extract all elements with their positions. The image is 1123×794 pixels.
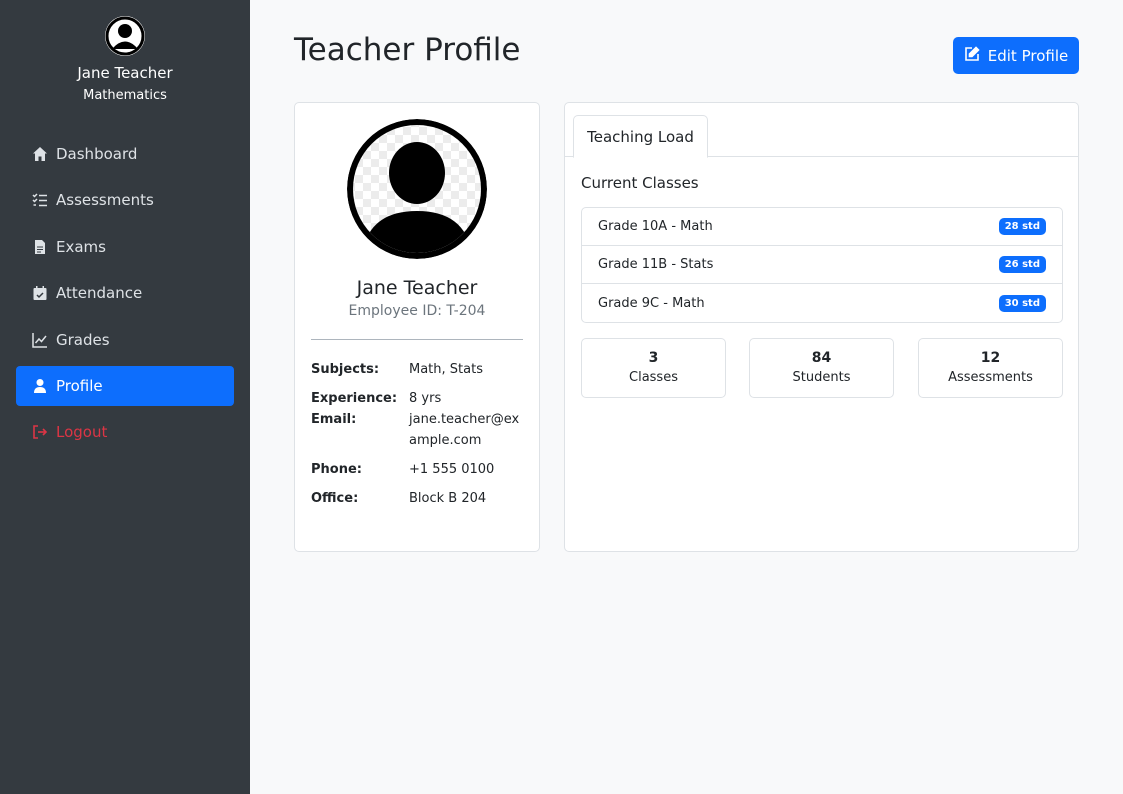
profile-card: Jane Teacher Employee ID: T-204 Subjects… (294, 102, 540, 552)
user-icon (32, 378, 48, 394)
sidebar-nav: Dashboard Assessments Exams Attendance G… (16, 134, 234, 459)
sidebar-item-assessments[interactable]: Assessments (16, 180, 234, 220)
sidebar-item-exams[interactable]: Exams (16, 227, 234, 267)
employee-id: Employee ID: T-204 (348, 303, 486, 319)
stat-label: Classes (629, 370, 678, 385)
user-avatar-icon (347, 119, 487, 259)
edit-profile-button[interactable]: Edit Profile (953, 37, 1079, 74)
sidebar-item-label: Attendance (56, 284, 143, 303)
sidebar-item-label: Profile (56, 376, 103, 395)
list-item[interactable]: Grade 9C - Math 30 std (582, 284, 1062, 322)
stat-label: Assessments (948, 370, 1033, 385)
info-value: Block B 204 (409, 491, 487, 506)
divider (311, 339, 523, 340)
teaching-load-card: Teaching Load Current Classes Grade 10A … (564, 102, 1079, 552)
sidebar-item-label: Grades (56, 330, 110, 349)
home-icon (32, 146, 48, 162)
profile-avatar (347, 119, 487, 259)
chart-line-icon (32, 332, 48, 348)
logout-icon (32, 424, 48, 440)
edit-profile-label: Edit Profile (987, 46, 1069, 65)
info-label: Email: (311, 412, 357, 427)
student-count-badge: 30 std (998, 294, 1046, 312)
sidebar-item-grades[interactable]: Grades (16, 320, 234, 360)
info-label: Experience: (311, 391, 398, 406)
stat-value: 12 (980, 350, 1001, 366)
info-label: Phone: (311, 462, 362, 477)
stat-label: Students (792, 370, 851, 385)
info-row-office: Office: Block B 204 (311, 488, 523, 509)
edit-icon (964, 45, 980, 66)
sidebar-user-name: Jane Teacher (77, 64, 173, 82)
section-title: Current Classes (581, 174, 699, 192)
student-count-badge: 28 std (998, 218, 1046, 235)
sidebar-item-profile[interactable]: Profile (16, 365, 234, 406)
sidebar-item-label: Exams (56, 237, 106, 256)
sidebar: Jane Teacher Mathematics Dashboard Asses… (0, 0, 250, 794)
class-name: Grade 9C - Math (598, 295, 705, 311)
sidebar-user-department: Mathematics (83, 88, 167, 103)
class-list: Grade 10A - Math 28 std Grade 11B - Stat… (581, 207, 1063, 323)
profile-info-list: Subjects: Math, Stats Experience: 8 yrs … (311, 359, 523, 517)
calendar-check-icon (32, 285, 48, 301)
checklist-icon (32, 192, 48, 208)
info-value: jane.teacher@example.com (409, 412, 520, 448)
info-row-experience: Experience: 8 yrs (311, 388, 523, 409)
info-label: Office: (311, 491, 359, 506)
stat-students: 84 Students (749, 338, 894, 398)
info-value: +1 555 0100 (409, 462, 495, 477)
info-label: Subjects: (311, 362, 380, 377)
sidebar-item-label: Dashboard (56, 145, 138, 163)
page-title: Teacher Profile (294, 32, 521, 68)
info-value: Math, Stats (409, 362, 483, 377)
profile-name: Jane Teacher (356, 277, 478, 299)
class-name: Grade 11B - Stats (598, 257, 714, 272)
list-item[interactable]: Grade 11B - Stats 26 std (582, 246, 1062, 284)
info-value: 8 yrs (409, 391, 442, 406)
sidebar-item-label: Assessments (56, 191, 154, 210)
stat-classes: 3 Classes (581, 338, 726, 398)
user-avatar-icon (105, 16, 145, 56)
sidebar-item-dashboard[interactable]: Dashboard (16, 134, 234, 174)
list-item[interactable]: Grade 10A - Math 28 std (582, 208, 1062, 246)
class-name: Grade 10A - Math (598, 219, 713, 234)
info-row-subjects: Subjects: Math, Stats (311, 359, 523, 380)
sidebar-item-attendance[interactable]: Attendance (16, 273, 234, 313)
stat-value: 84 (811, 350, 832, 366)
stat-assessments: 12 Assessments (918, 338, 1063, 398)
info-row-phone: Phone: +1 555 0100 (311, 459, 523, 480)
info-row-email: Email: jane.teacher@example.com (311, 409, 523, 451)
tab-teaching-load[interactable]: Teaching Load (573, 115, 708, 158)
document-icon (32, 239, 48, 255)
stat-value: 3 (648, 350, 659, 366)
sidebar-item-logout[interactable]: Logout (16, 412, 234, 452)
sidebar-item-label: Logout (56, 423, 108, 442)
tab-bar: Teaching Load (565, 103, 1078, 158)
student-count-badge: 26 std (998, 256, 1046, 273)
avatar[interactable] (105, 16, 145, 56)
